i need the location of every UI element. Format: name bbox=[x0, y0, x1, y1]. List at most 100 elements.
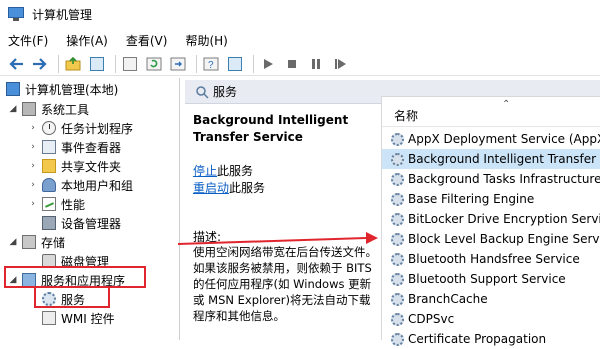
tree-item-label: 性能 bbox=[61, 197, 86, 212]
expanded-chevron-icon[interactable]: ◢ bbox=[8, 104, 18, 114]
service-row[interactable]: Background Tasks Infrastructure Service bbox=[382, 169, 600, 189]
tree-item-label: 任务计划程序 bbox=[61, 121, 134, 136]
service-name: Bluetooth Handsfree Service bbox=[408, 252, 580, 266]
description-text: 使用空闲网络带宽在后台传送文件。如果该服务被禁用，则依赖于 BITS 的任何应用… bbox=[193, 245, 377, 323]
start-icon[interactable] bbox=[258, 54, 278, 74]
sort-ascending-icon: ⌃ bbox=[502, 99, 511, 110]
tree-item-task-scheduler[interactable]: › 任务计划程序 bbox=[28, 119, 133, 137]
service-name: CDPSvc bbox=[408, 312, 455, 326]
up-folder-icon[interactable] bbox=[63, 54, 83, 74]
tree-item-label: 共享文件夹 bbox=[61, 159, 122, 174]
toolbar: ? bbox=[0, 52, 600, 76]
storage-icon bbox=[22, 235, 36, 249]
window-title: 计算机管理 bbox=[32, 7, 93, 22]
event-log-icon bbox=[42, 140, 56, 154]
forward-icon[interactable] bbox=[30, 54, 50, 74]
search-icon bbox=[196, 85, 209, 99]
stop-service-action: 停止此服务 bbox=[193, 162, 253, 179]
tree-item-system-tools[interactable]: ◢ 系统工具 bbox=[8, 100, 89, 118]
tree-item-wmi[interactable]: WMI 控件 bbox=[42, 309, 115, 327]
collapsed-chevron-icon[interactable]: › bbox=[28, 123, 38, 133]
svg-text:?: ? bbox=[208, 60, 214, 71]
gear-icon bbox=[391, 312, 404, 326]
tree-item-label: WMI 控件 bbox=[61, 311, 115, 326]
service-row[interactable]: CDPSvc bbox=[382, 309, 600, 329]
toolbar-divider bbox=[253, 54, 254, 73]
collapsed-chevron-icon[interactable]: › bbox=[28, 180, 38, 190]
action-suffix: 此服务 bbox=[217, 164, 254, 178]
gear-icon bbox=[391, 252, 404, 266]
tree-item-computer-management[interactable]: 计算机管理(本地) bbox=[6, 80, 118, 98]
service-row[interactable]: Background Intelligent Transfer Service bbox=[382, 149, 600, 169]
restart-service-link[interactable]: 重启动 bbox=[193, 181, 229, 195]
service-row[interactable]: Block Level Backup Engine Service bbox=[382, 229, 600, 249]
services-list: 名称 ⌃ AppX Deployment Service (AppXSVC) Ba… bbox=[381, 96, 600, 346]
tree-item-label: 存储 bbox=[41, 235, 66, 250]
gear-icon bbox=[391, 272, 404, 286]
device-manager-icon bbox=[42, 216, 56, 230]
gear-icon bbox=[391, 332, 404, 346]
collapsed-chevron-icon[interactable]: › bbox=[28, 161, 38, 171]
service-row[interactable]: BitLocker Drive Encryption Service bbox=[382, 209, 600, 229]
menu-action[interactable]: 操作(A) bbox=[64, 31, 110, 50]
service-name: AppX Deployment Service (AppXSVC) bbox=[408, 132, 600, 146]
restart-icon[interactable] bbox=[330, 54, 350, 74]
service-row[interactable]: Bluetooth Support Service bbox=[382, 269, 600, 289]
tree-item-performance[interactable]: › 性能 bbox=[28, 195, 85, 213]
title-bar: 计算机管理 bbox=[0, 0, 600, 28]
action-suffix: 此服务 bbox=[229, 181, 266, 195]
tree-item-device-manager[interactable]: 设备管理器 bbox=[42, 214, 121, 232]
clock-icon bbox=[42, 121, 56, 135]
service-name: BitLocker Drive Encryption Service bbox=[408, 212, 600, 226]
tree-item-label: 事件查看器 bbox=[61, 140, 122, 155]
service-row[interactable]: Certificate Propagation bbox=[382, 329, 600, 349]
export-icon[interactable] bbox=[168, 54, 188, 74]
refresh-icon[interactable] bbox=[144, 54, 164, 74]
computer-management-icon bbox=[8, 7, 24, 21]
gear-icon bbox=[391, 212, 404, 226]
service-name: Background Intelligent Transfer Service bbox=[408, 152, 600, 166]
gear-icon bbox=[391, 292, 404, 306]
help-icon[interactable]: ? bbox=[201, 54, 221, 74]
service-row[interactable]: Base Filtering Engine bbox=[382, 189, 600, 209]
properties-icon[interactable] bbox=[120, 54, 140, 74]
stop-service-link[interactable]: 停止 bbox=[193, 164, 217, 178]
service-row[interactable]: AppX Deployment Service (AppXSVC) bbox=[382, 129, 600, 149]
toolbar-divider bbox=[115, 54, 116, 73]
users-icon bbox=[42, 178, 56, 192]
menu-view[interactable]: 查看(V) bbox=[124, 31, 170, 50]
tree-item-storage[interactable]: ◢ 存储 bbox=[8, 233, 65, 251]
pause-icon[interactable] bbox=[306, 54, 326, 74]
toolbar-divider bbox=[58, 54, 59, 73]
tree-item-local-users[interactable]: › 本地用户和组 bbox=[28, 176, 133, 194]
service-name: Certificate Propagation bbox=[408, 332, 547, 346]
tree-item-shared-folders[interactable]: › 共享文件夹 bbox=[28, 157, 121, 175]
stop-icon[interactable] bbox=[282, 54, 302, 74]
service-name: Base Filtering Engine bbox=[408, 192, 535, 206]
navigation-tree: 计算机管理(本地) ◢ 系统工具 › 任务计划程序 › 事件查看器 › 共享文件… bbox=[0, 78, 180, 340]
tree-item-event-viewer[interactable]: › 事件查看器 bbox=[28, 138, 121, 156]
menu-file[interactable]: 文件(F) bbox=[6, 31, 50, 50]
description-label: 描述: bbox=[193, 230, 222, 244]
show-hide-tree-icon[interactable] bbox=[87, 54, 107, 74]
service-name: Background Tasks Infrastructure Service bbox=[408, 172, 600, 186]
service-row[interactable]: BranchCache bbox=[382, 289, 600, 309]
tree-item-label: 计算机管理(本地) bbox=[25, 82, 119, 97]
annotation-highlight-services bbox=[34, 286, 110, 308]
toolbar-divider bbox=[196, 54, 197, 73]
back-icon[interactable] bbox=[6, 54, 26, 74]
column-name-label: 名称 bbox=[394, 109, 419, 123]
tools-icon bbox=[22, 102, 36, 116]
collapsed-chevron-icon[interactable]: › bbox=[28, 199, 38, 209]
annotation-highlight-services-apps bbox=[4, 266, 146, 288]
tree-item-label: 本地用户和组 bbox=[61, 178, 134, 193]
wmi-icon bbox=[42, 311, 56, 325]
gear-icon bbox=[391, 132, 404, 146]
column-header-name[interactable]: 名称 ⌃ bbox=[382, 97, 600, 127]
view-icon[interactable] bbox=[225, 54, 245, 74]
collapsed-chevron-icon[interactable]: › bbox=[28, 142, 38, 152]
menu-bar: 文件(F) 操作(A) 查看(V) 帮助(H) bbox=[0, 30, 600, 50]
menu-help[interactable]: 帮助(H) bbox=[183, 31, 229, 50]
service-row[interactable]: Bluetooth Handsfree Service bbox=[382, 249, 600, 269]
expanded-chevron-icon[interactable]: ◢ bbox=[8, 237, 18, 247]
